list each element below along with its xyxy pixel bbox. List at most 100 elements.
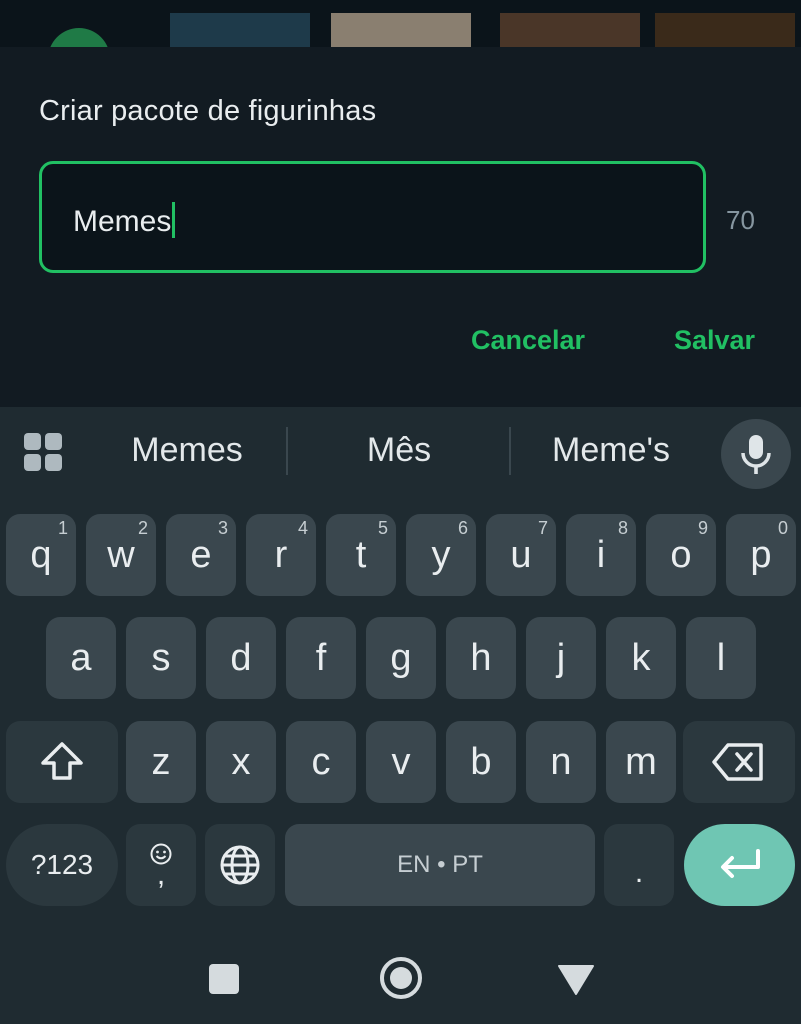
key-label: i [596,534,606,576]
key-x[interactable]: x [206,721,276,803]
key-s[interactable]: s [126,617,196,699]
key-i[interactable]: 8i [566,514,636,596]
suggestion-2[interactable]: Mês [304,431,494,470]
key-label: e [190,534,212,576]
apps-grid-icon[interactable] [24,433,64,473]
character-counter: 70 [726,205,755,235]
key-a[interactable]: a [46,617,116,699]
back-button[interactable] [557,964,595,1001]
enter-key[interactable] [684,824,795,906]
system-navigation-bar [0,932,801,1024]
suggestion-1[interactable]: Memes [92,431,282,470]
recents-square-icon [209,964,239,994]
key-label: a [70,637,92,679]
symbols-key[interactable]: ?123 [6,824,118,906]
key-o[interactable]: 9o [646,514,716,596]
key-label: o [670,534,692,576]
voice-input-button[interactable] [721,419,791,489]
key-label: k [631,637,651,679]
key-p[interactable]: 0p [726,514,796,596]
pack-name-input[interactable]: Memes [39,161,706,273]
period-label: . [634,856,644,889]
key-label: t [355,534,367,576]
key-label: h [470,637,492,679]
home-button[interactable] [378,955,424,1006]
key-c[interactable]: c [286,721,356,803]
background-content [0,0,801,47]
key-t[interactable]: 5t [326,514,396,596]
key-w[interactable]: 2w [86,514,156,596]
key-label: j [556,637,566,679]
key-j[interactable]: j [526,617,596,699]
key-q[interactable]: 1q [6,514,76,596]
key-r[interactable]: 4r [246,514,316,596]
key-label: g [390,637,412,679]
key-u[interactable]: 7u [486,514,556,596]
enter-icon [720,849,760,878]
key-number-hint: 9 [697,518,708,538]
key-label: r [274,534,288,576]
suggestion-divider [286,427,288,475]
key-label: f [315,637,327,679]
microphone-icon [741,435,771,474]
key-l[interactable]: l [686,617,756,699]
emoji-comma-key[interactable]: , [126,824,196,906]
key-m[interactable]: m [606,721,676,803]
save-button[interactable]: Salvar [674,325,755,356]
backspace-key[interactable] [683,721,795,803]
key-b[interactable]: b [446,721,516,803]
key-number-hint: 3 [217,518,228,538]
key-number-hint: 7 [537,518,548,538]
key-number-hint: 1 [57,518,68,538]
dialog-title: Criar pacote de figurinhas [39,95,377,127]
key-label: q [30,534,52,576]
suggestion-bar: Memes Mês Meme's [0,407,801,497]
key-h[interactable]: h [446,617,516,699]
key-label: x [231,741,251,783]
sticker-thumbnail [500,13,640,47]
suggestion-3[interactable]: Meme's [516,431,706,470]
space-bar[interactable]: EN • PT [285,824,595,906]
key-label: z [151,741,171,783]
sticker-thumbnail [655,13,795,47]
recents-button[interactable] [208,963,240,1000]
key-g[interactable]: g [366,617,436,699]
cancel-button[interactable]: Cancelar [471,325,585,356]
key-label: y [431,534,451,576]
backspace-icon [712,743,763,781]
key-n[interactable]: n [526,721,596,803]
key-label: l [716,637,726,679]
key-f[interactable]: f [286,617,356,699]
key-y[interactable]: 6y [406,514,476,596]
key-e[interactable]: 3e [166,514,236,596]
key-number-hint: 0 [777,518,788,538]
language-switch-key[interactable] [205,824,275,906]
sticker-thumbnail [331,13,471,47]
key-k[interactable]: k [606,617,676,699]
key-label: u [510,534,532,576]
globe-icon [220,845,260,885]
symbols-key-label: ?123 [30,849,94,880]
suggestion-divider [509,427,511,475]
text-cursor [172,202,176,238]
sticker-thumbnail [170,13,310,47]
period-key[interactable]: . [604,824,674,906]
key-v[interactable]: v [366,721,436,803]
create-sticker-pack-dialog: Criar pacote de figurinhas Memes 70 Canc… [0,47,801,407]
key-label: m [625,741,657,783]
key-label: c [311,741,331,783]
shift-key[interactable] [6,721,118,803]
key-label: p [750,534,772,576]
comma-label: , [156,858,166,891]
shift-icon [41,742,83,780]
avatar [48,28,110,47]
key-label: d [230,637,252,679]
space-bar-label: EN • PT [397,851,483,878]
key-number-hint: 8 [617,518,628,538]
back-triangle-icon [558,965,594,995]
key-z[interactable]: z [126,721,196,803]
key-label: v [391,741,411,783]
key-label: n [550,741,572,783]
key-d[interactable]: d [206,617,276,699]
key-number-hint: 4 [297,518,308,538]
